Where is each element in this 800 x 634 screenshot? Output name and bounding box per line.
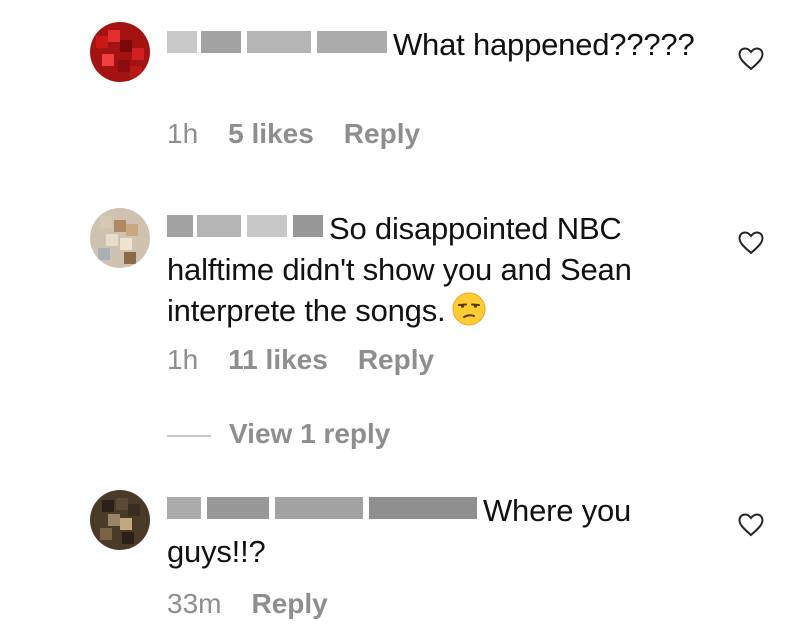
comment-text: What happened????? bbox=[167, 24, 707, 65]
comment-time: 1h bbox=[167, 344, 199, 375]
comment-time: 33m bbox=[167, 588, 222, 619]
comment-meta: 1h 11 likes Reply bbox=[167, 344, 464, 376]
comment-text: Where you guys!!? bbox=[167, 490, 707, 572]
view-replies-label[interactable]: View 1 reply bbox=[229, 418, 390, 450]
comment-meta: 33m Reply bbox=[167, 588, 358, 620]
heart-outline-icon[interactable] bbox=[738, 513, 764, 537]
username-blurred[interactable] bbox=[167, 215, 325, 237]
reply-button[interactable]: Reply bbox=[251, 588, 327, 619]
unamused-face-icon bbox=[452, 292, 486, 326]
username-blurred[interactable] bbox=[167, 497, 479, 519]
heart-outline-icon[interactable] bbox=[738, 47, 764, 71]
comment-text: So disappointed NBC halftime didn't show… bbox=[167, 208, 707, 331]
likes-count[interactable]: 11 likes bbox=[228, 344, 328, 375]
reply-button[interactable]: Reply bbox=[344, 118, 420, 149]
comment-meta: 1h 5 likes Reply bbox=[167, 118, 450, 150]
reply-button[interactable]: Reply bbox=[358, 344, 434, 375]
avatar[interactable] bbox=[90, 208, 150, 268]
comment-body: What happened????? bbox=[393, 27, 695, 62]
username-blurred[interactable] bbox=[167, 31, 389, 53]
comment-time: 1h bbox=[167, 118, 199, 149]
view-replies-divider bbox=[167, 435, 211, 437]
heart-outline-icon[interactable] bbox=[738, 231, 764, 255]
avatar[interactable] bbox=[90, 490, 150, 550]
avatar[interactable] bbox=[90, 22, 150, 82]
likes-count[interactable]: 5 likes bbox=[228, 118, 314, 149]
